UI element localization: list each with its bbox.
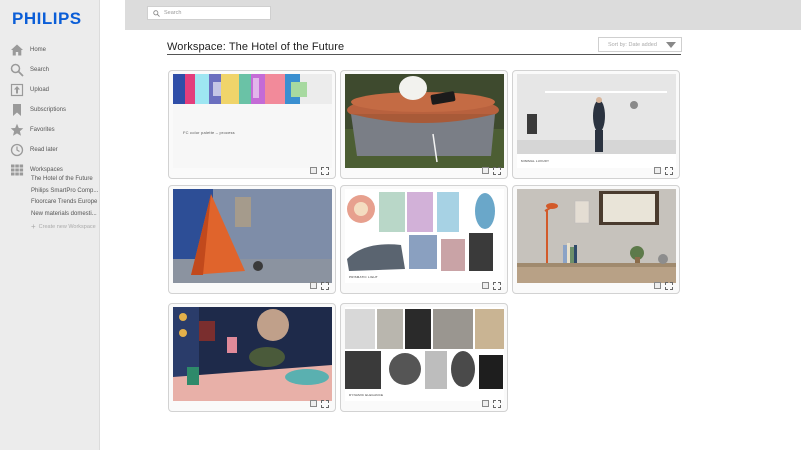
card-thumbnail[interactable] (345, 74, 504, 168)
expand-icon[interactable] (493, 167, 501, 175)
card-controls (482, 400, 501, 408)
chevron-down-icon (666, 42, 676, 48)
sidebar-item-label: Workspaces (30, 167, 63, 173)
sidebar-item-subscriptions[interactable]: Subscriptions (0, 100, 100, 120)
workspace-card[interactable]: PRISMATIC LIGHT (340, 185, 508, 294)
select-checkbox[interactable] (310, 282, 317, 289)
workspace-item[interactable]: Philips SmartPro Comp... (0, 186, 100, 198)
sidebar-nav: Home Search Upload Subscriptions Favorit… (0, 40, 100, 180)
select-checkbox[interactable] (310, 167, 317, 174)
expand-icon[interactable] (321, 167, 329, 175)
select-checkbox[interactable] (654, 282, 661, 289)
card-thumbnail[interactable] (173, 189, 332, 283)
card-controls (310, 167, 329, 175)
shelf-interior-image (517, 189, 676, 283)
sidebar-item-label: Search (30, 67, 50, 73)
workspace-card[interactable]: DYNAMIC ELEGANCE (340, 303, 508, 412)
prismatic-light-image (345, 189, 504, 283)
dynamic-elegance-image (345, 307, 504, 401)
color-palette-image (173, 74, 332, 168)
select-checkbox[interactable] (482, 167, 489, 174)
card-controls (310, 400, 329, 408)
white-room-image (517, 74, 676, 168)
sidebar-item-label: Home (30, 47, 47, 53)
select-checkbox[interactable] (654, 167, 661, 174)
expand-icon[interactable] (321, 400, 329, 408)
search-icon (10, 63, 24, 77)
workspace-item[interactable]: Floorcare Trends Europe (0, 197, 100, 209)
top-bar (125, 0, 801, 30)
star-icon (10, 123, 24, 136)
workspace-card[interactable] (168, 185, 336, 294)
sidebar-item-upload[interactable]: Upload (0, 80, 100, 100)
search-input[interactable] (164, 10, 264, 16)
create-workspace-label: Create new Workspace (38, 223, 96, 230)
sidebar-item-label: Favorites (30, 127, 55, 133)
sort-label: Sort by: Date added (608, 41, 657, 48)
workspace-card[interactable] (512, 185, 680, 294)
upload-icon (10, 83, 24, 97)
card-thumbnail[interactable] (173, 307, 332, 401)
card-caption: FC color palette – process (183, 130, 235, 135)
sidebar-item-label: Read later (30, 147, 58, 153)
search-icon (153, 9, 160, 17)
card-caption: MINIMAL LUXURY (521, 159, 550, 163)
expand-icon[interactable] (493, 282, 501, 290)
sidebar-item-label: Upload (30, 87, 50, 93)
orange-triangle-image (173, 189, 332, 283)
expand-icon[interactable] (665, 167, 673, 175)
sidebar-item-search[interactable]: Search (0, 60, 100, 80)
sidebar-item-label: Subscriptions (30, 107, 67, 113)
create-workspace-link[interactable]: + Create new Workspace (0, 221, 100, 233)
home-icon (11, 44, 23, 56)
bookmark-icon (13, 104, 21, 116)
select-checkbox[interactable] (482, 400, 489, 407)
workspace-item[interactable]: The Hotel of the Future (0, 174, 100, 186)
expand-icon[interactable] (493, 400, 501, 408)
sidebar: PHILIPS Home Search Upload Subscriptions… (0, 0, 100, 450)
plus-icon: + (31, 221, 36, 231)
workspace-card[interactable] (340, 70, 508, 179)
card-controls (654, 167, 673, 175)
philips-logo[interactable]: PHILIPS (12, 9, 82, 29)
workspace-card[interactable]: MINIMAL LUXURY (512, 70, 680, 179)
card-caption: PRISMATIC LIGHT (349, 275, 378, 279)
card-controls (482, 282, 501, 290)
workspace-item[interactable]: New materials domesti... (0, 209, 100, 221)
card-thumbnail[interactable] (517, 189, 676, 283)
card-caption: DYNAMIC ELEGANCE (349, 393, 384, 397)
select-checkbox[interactable] (310, 400, 317, 407)
sidebar-item-read-later[interactable]: Read later (0, 140, 100, 160)
title-divider (167, 54, 681, 55)
card-controls (482, 167, 501, 175)
workspace-list: The Hotel of the Future Philips SmartPro… (0, 174, 100, 233)
sidebar-item-home[interactable]: Home (0, 40, 100, 60)
sidebar-item-favorites[interactable]: Favorites (0, 120, 100, 140)
clock-icon (10, 143, 24, 157)
card-controls (310, 282, 329, 290)
lounge-interior-image (173, 307, 332, 401)
expand-icon[interactable] (665, 282, 673, 290)
search-box[interactable] (147, 6, 271, 20)
card-thumbnail[interactable]: MINIMAL LUXURY (517, 74, 676, 168)
card-thumbnail[interactable]: DYNAMIC ELEGANCE (345, 307, 504, 401)
expand-icon[interactable] (321, 282, 329, 290)
workspace-card[interactable]: FC color palette – process (168, 70, 336, 179)
card-controls (654, 282, 673, 290)
workspace-card[interactable] (168, 303, 336, 412)
card-thumbnail[interactable]: PRISMATIC LIGHT (345, 189, 504, 283)
card-thumbnail[interactable]: FC color palette – process (173, 74, 332, 168)
page-title: Workspace: The Hotel of the Future (167, 41, 345, 53)
charging-table-image (345, 74, 504, 168)
select-checkbox[interactable] (482, 282, 489, 289)
sort-dropdown[interactable]: Sort by: Date added (598, 37, 682, 52)
